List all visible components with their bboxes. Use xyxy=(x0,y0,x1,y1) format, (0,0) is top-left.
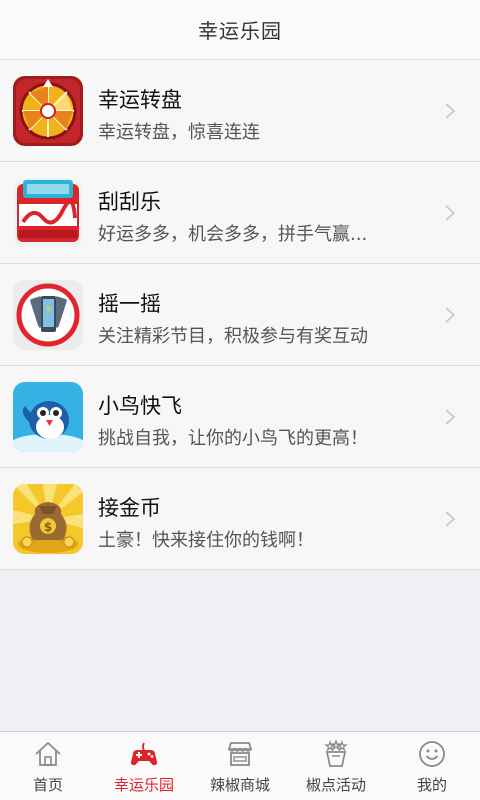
game-list: 幸运转盘 幸运转盘，惊喜连连 刮刮乐 好运多多，机会多多，拼手气赢... 摇一摇… xyxy=(0,60,480,570)
home-icon xyxy=(35,741,61,766)
gamepad-icon xyxy=(131,742,157,766)
tab-mine[interactable]: 我的 xyxy=(384,732,480,800)
tab-label: 我的 xyxy=(416,776,447,794)
svg-text:$: $ xyxy=(44,520,52,534)
prize-wheel-icon xyxy=(13,76,83,146)
game-name: 小鸟快飞 xyxy=(98,394,182,418)
list-item-catch-coins[interactable]: $ 接金币 土豪！快来接住你的钱啊！ xyxy=(0,468,480,570)
smiley-icon xyxy=(419,741,445,767)
list-item-shake[interactable]: 摇一摇 关注精彩节目，积极参与有奖互动 xyxy=(0,264,480,366)
screen: 幸运乐园 幸运转盘 幸运转盘，惊喜连连 刮刮乐 好运多多，机会多多，拼手气赢..… xyxy=(0,0,480,800)
top-bar: 幸运乐园 xyxy=(0,0,480,60)
tab-home[interactable]: 首页 xyxy=(0,732,96,800)
chevron-right-icon xyxy=(445,511,456,527)
money-bag-icon: $ xyxy=(13,484,83,554)
game-description: 关注精彩节目，积极参与有奖互动 xyxy=(98,326,368,347)
chevron-right-icon xyxy=(445,103,456,119)
store-icon xyxy=(227,742,253,766)
bottom-tab-bar: 首页 幸运乐园 辣椒商城 椒点活动 我的 xyxy=(0,731,480,800)
shake-phone-icon xyxy=(13,280,83,350)
list-item-lucky-wheel[interactable]: 幸运转盘 幸运转盘，惊喜连连 xyxy=(0,60,480,162)
activity-icon xyxy=(324,739,348,767)
tab-label: 幸运乐园 xyxy=(113,776,174,794)
chevron-right-icon xyxy=(445,307,456,323)
game-name: 刮刮乐 xyxy=(98,190,161,214)
scratch-card-icon xyxy=(13,178,83,248)
chevron-right-icon xyxy=(445,409,456,425)
game-description: 土豪！快来接住你的钱啊！ xyxy=(98,530,314,551)
tab-label: 辣椒商城 xyxy=(209,776,270,794)
flying-bird-icon xyxy=(13,382,83,452)
game-description: 好运多多，机会多多，拼手气赢... xyxy=(98,224,368,245)
tab-label: 椒点活动 xyxy=(305,776,366,794)
game-description: 挑战自我，让你的小鸟飞的更高！ xyxy=(98,428,368,449)
game-description: 幸运转盘，惊喜连连 xyxy=(98,122,260,143)
tab-activity[interactable]: 椒点活动 xyxy=(288,732,384,800)
page-title: 幸运乐园 xyxy=(198,19,282,43)
game-name: 幸运转盘 xyxy=(98,88,182,112)
chevron-right-icon xyxy=(445,205,456,221)
list-item-flying-bird[interactable]: 小鸟快飞 挑战自我，让你的小鸟飞的更高！ xyxy=(0,366,480,468)
game-name: 摇一摇 xyxy=(98,292,161,316)
tab-lucky-park[interactable]: 幸运乐园 xyxy=(96,732,192,800)
tab-store[interactable]: 辣椒商城 xyxy=(192,732,288,800)
tab-label: 首页 xyxy=(32,776,63,794)
game-name: 接金币 xyxy=(98,496,161,520)
list-item-scratch-card[interactable]: 刮刮乐 好运多多，机会多多，拼手气赢... xyxy=(0,162,480,264)
